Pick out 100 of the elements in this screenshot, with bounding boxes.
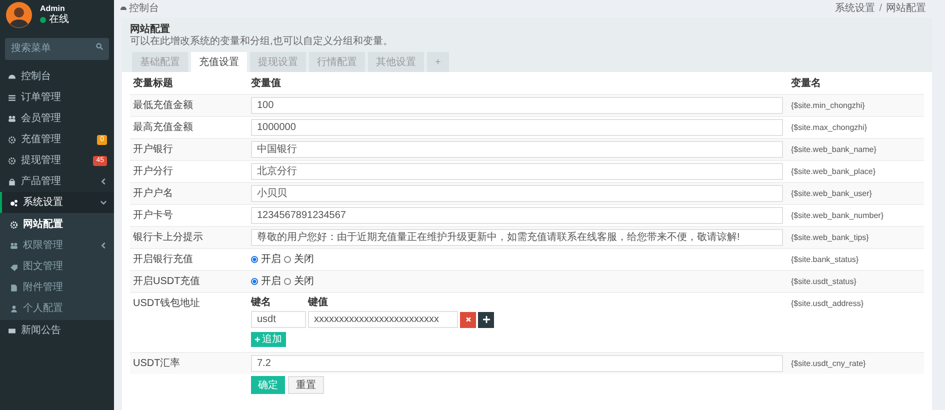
file-icon bbox=[10, 284, 18, 292]
row-title: 最低充值金额 bbox=[133, 98, 194, 113]
row-title: USDT钱包地址 bbox=[133, 296, 202, 311]
user-name: Admin bbox=[40, 4, 66, 14]
menu-item-label: 图文管理 bbox=[23, 260, 63, 274]
key-value-label: 键值 bbox=[308, 296, 328, 310]
variable-name: {$site.usdt_status} bbox=[791, 276, 858, 288]
bag-icon bbox=[8, 178, 16, 186]
menu-item[interactable]: 新闻公告 bbox=[0, 320, 114, 341]
menu-item[interactable]: 权限管理 bbox=[0, 235, 114, 256]
menu-item[interactable]: 订单管理 bbox=[0, 87, 114, 108]
menu-item-label: 充值管理 bbox=[21, 132, 61, 147]
menu-item-label: 系统设置 bbox=[23, 196, 63, 210]
menu-item-label: 权限管理 bbox=[23, 238, 63, 253]
input-field[interactable]: 尊敬的用户您好：由于近期充值量正在维护升级更新中，如需充值请联系在线客服，给您带来不便，敬请谅解! bbox=[251, 229, 783, 246]
breadcrumb-link[interactable]: 系统设置 bbox=[835, 0, 876, 16]
row-title: 开户银行 bbox=[133, 142, 174, 157]
radio-button[interactable] bbox=[284, 256, 291, 263]
menu-item-label: 网站配置 bbox=[23, 218, 63, 232]
chevron-icon bbox=[100, 199, 107, 206]
radio-button[interactable] bbox=[284, 278, 291, 285]
input-field[interactable]: 1000000 bbox=[251, 119, 783, 136]
variable-name: {$site.web_bank_user} bbox=[791, 188, 873, 200]
tag-icon bbox=[10, 262, 18, 270]
menu-item[interactable]: 附件管理 bbox=[0, 277, 114, 298]
menu-item-label: 新闻公告 bbox=[21, 324, 61, 338]
input-field[interactable]: 北京分行 bbox=[251, 163, 783, 180]
row-title: 开启USDT充值 bbox=[133, 274, 202, 289]
breadcrumb-link[interactable]: 控制台 bbox=[129, 0, 159, 16]
variable-name: {$site.bank_status} bbox=[791, 254, 860, 266]
column-header: 变量名 bbox=[791, 76, 822, 91]
variable-name: {$site.web_bank_number} bbox=[791, 210, 885, 222]
search-icon bbox=[96, 43, 103, 50]
menu-item[interactable]: 产品管理 bbox=[0, 171, 114, 192]
row-title: USDT汇率 bbox=[133, 356, 182, 371]
input-field[interactable]: 小贝贝 bbox=[251, 185, 783, 202]
radio-label[interactable]: 关闭 bbox=[294, 252, 314, 267]
menu-item[interactable]: 会员管理 bbox=[0, 108, 114, 129]
radio-label[interactable]: 开启 bbox=[261, 274, 281, 289]
users-icon bbox=[8, 114, 16, 122]
column-header: 变量标题 bbox=[133, 76, 174, 91]
breadcrumb-link[interactable]: 网站配置 bbox=[886, 0, 926, 16]
breadcrumb-separator: / bbox=[879, 2, 882, 16]
chevron-icon bbox=[100, 242, 107, 249]
menu-item-label: 产品管理 bbox=[21, 174, 61, 189]
plus-icon bbox=[255, 337, 260, 342]
list-icon bbox=[8, 94, 16, 102]
input-field[interactable]: 1234567891234567 bbox=[251, 207, 783, 224]
menu-item[interactable]: 系统设置 bbox=[0, 192, 114, 213]
close-icon bbox=[466, 317, 470, 322]
gear-icon bbox=[10, 220, 18, 228]
search-field[interactable]: 搜索菜单 bbox=[5, 38, 109, 60]
column-header: 变量值 bbox=[251, 76, 282, 91]
menu-item-label: 个人配置 bbox=[23, 302, 63, 316]
panel-title: 网站配置 bbox=[130, 24, 171, 36]
key-name-label: 键名 bbox=[251, 296, 272, 310]
row-title: 开户分行 bbox=[133, 164, 174, 179]
variable-name: {$site.min_chongzhi} bbox=[791, 100, 866, 112]
input-field[interactable]: usdt bbox=[251, 311, 306, 328]
input-field[interactable]: 中国银行 bbox=[251, 141, 783, 158]
radio-label[interactable]: 关闭 bbox=[294, 274, 314, 289]
avatar bbox=[6, 2, 32, 28]
variable-name: {$site.usdt_cny_rate} bbox=[791, 358, 867, 370]
variable-name: {$site.usdt_address} bbox=[791, 298, 864, 310]
tab[interactable]: 充值设置 bbox=[191, 52, 247, 72]
menu-item-label: 附件管理 bbox=[23, 281, 63, 295]
radio-button[interactable] bbox=[251, 278, 258, 285]
remove-button[interactable] bbox=[460, 312, 476, 328]
input-field[interactable]: 100 bbox=[251, 97, 783, 114]
variable-name: {$site.web_bank_name} bbox=[791, 144, 878, 156]
user-icon bbox=[10, 304, 18, 312]
gear-icon bbox=[8, 136, 16, 144]
variable-name: {$site.web_bank_place} bbox=[791, 166, 877, 178]
row-title: 开启银行充值 bbox=[133, 252, 194, 267]
row-title: 开户卡号 bbox=[133, 208, 174, 223]
radio-button[interactable] bbox=[251, 256, 258, 263]
menu-item-label: 订单管理 bbox=[21, 90, 61, 105]
row-title: 最高充值金额 bbox=[133, 120, 194, 135]
radio-label[interactable]: 开启 bbox=[261, 252, 281, 267]
gear-icon bbox=[8, 156, 16, 164]
user-status: 在线 bbox=[49, 14, 69, 26]
reset-button[interactable]: 重置 bbox=[288, 376, 324, 394]
input-field[interactable]: xxxxxxxxxxxxxxxxxxxxxxxxx bbox=[308, 311, 458, 328]
row-title: 开户户名 bbox=[133, 186, 174, 201]
chevron-icon bbox=[100, 178, 107, 185]
variable-name: {$site.max_chongzhi} bbox=[791, 122, 868, 134]
input-field[interactable]: 7.2 bbox=[251, 355, 783, 372]
menu-item[interactable]: 网站配置 bbox=[0, 214, 114, 235]
menu-item-label: 控制台 bbox=[21, 70, 51, 84]
panel-description: 可以在此增改系统的变量和分组,也可以自定义分组和变量。 bbox=[130, 36, 394, 48]
users-icon bbox=[10, 242, 18, 250]
menu-item[interactable]: 图文管理 bbox=[0, 256, 114, 277]
move-button[interactable] bbox=[478, 312, 494, 328]
row-title: 银行卡上分提示 bbox=[133, 230, 204, 245]
menu-item-label: 提现管理 bbox=[21, 154, 61, 168]
variable-name: {$site.web_bank_tips} bbox=[791, 232, 870, 244]
menu-item[interactable]: 个人配置 bbox=[0, 298, 114, 319]
menu-item-label: 会员管理 bbox=[21, 112, 61, 126]
newspaper-icon bbox=[8, 326, 16, 334]
menu-item[interactable]: 控制台 bbox=[0, 66, 114, 87]
